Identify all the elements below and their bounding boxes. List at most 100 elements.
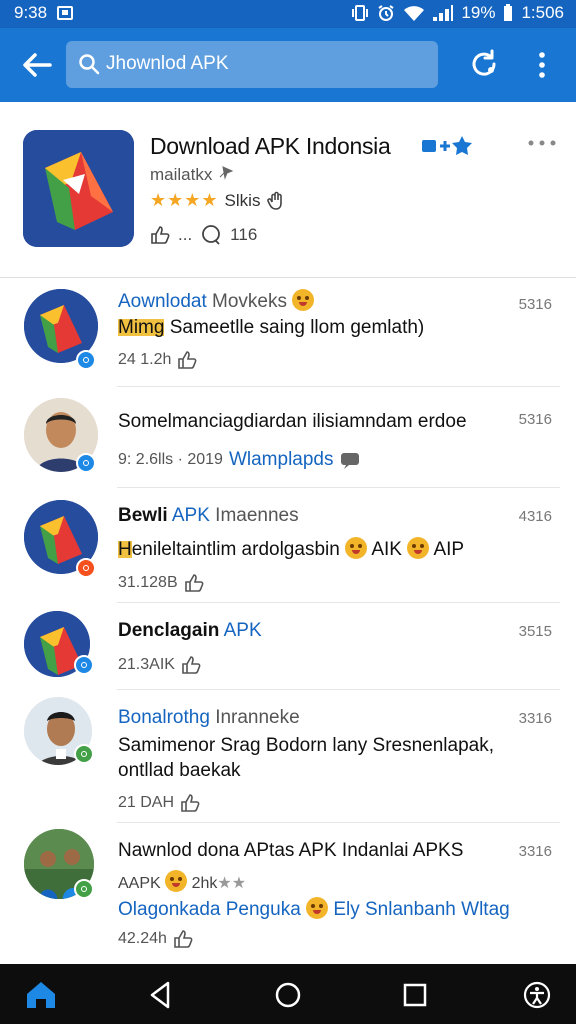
- post-link[interactable]: Olagonkada Penguka: [118, 899, 301, 920]
- search-input[interactable]: Jhownlod APK: [106, 53, 229, 75]
- post-link-line: Olagonkada Penguka Ely Snlanbanh Wltag: [118, 897, 510, 921]
- post-meta: 21 DAH: [118, 793, 200, 813]
- recents-icon[interactable]: [398, 978, 432, 1012]
- overflow-menu-icon[interactable]: [535, 50, 549, 80]
- post-link[interactable]: Wlamplapds: [229, 449, 334, 471]
- like-icon[interactable]: [177, 350, 197, 370]
- list-item[interactable]: Denclagain APK 3515 21.3AIK: [0, 603, 576, 690]
- post-author[interactable]: Denclagain: [118, 620, 219, 641]
- like-icon[interactable]: [173, 929, 193, 949]
- more-options-icon[interactable]: [527, 138, 557, 148]
- search-bar[interactable]: Jhownlod APK: [66, 41, 438, 88]
- alarm-icon: [378, 5, 394, 21]
- app-rating: ★★★★ Slkis: [150, 190, 286, 211]
- app-bar: Jhownlod APK: [0, 28, 576, 102]
- wifi-icon: [404, 6, 425, 21]
- post-text: Henileltaintlim ardolgasbin AIK AIP: [118, 537, 464, 561]
- post-text-body: Sameetlle saing llom gemlath): [169, 317, 425, 338]
- emoji-icon: [407, 537, 430, 559]
- list-item[interactable]: Bonalrothg Inranneke 3316 Samimenor Srag…: [0, 690, 576, 823]
- pin-icon: [219, 166, 234, 180]
- back-arrow-icon[interactable]: [20, 50, 54, 80]
- battery-icon: [504, 4, 513, 21]
- post-time: 4316: [518, 508, 552, 525]
- notification-icon: [57, 6, 74, 20]
- like-icon[interactable]: [150, 225, 170, 245]
- post-title: Bonalrothg Inranneke: [118, 707, 300, 729]
- post-title: Aownlodat Movkeks: [118, 289, 315, 313]
- emoji-icon: [306, 897, 329, 919]
- status-badge: [74, 744, 94, 764]
- post-link-2[interactable]: Ely Snlanbanh Wltag: [333, 899, 509, 920]
- post-stats: 21 DAH: [118, 794, 175, 811]
- list-item[interactable]: Somelmanciagdiardan ilisiamndam erdoe 53…: [0, 387, 576, 488]
- hand-icon: [267, 191, 283, 210]
- emoji-icon: [292, 289, 315, 311]
- post-text-line2: ontllad baekak: [118, 760, 241, 781]
- home-icon[interactable]: [24, 978, 58, 1012]
- app-stats: ... 116: [150, 224, 257, 246]
- list-item[interactable]: Nawnlod dona APtas APK Indanlai APKS 331…: [0, 823, 576, 953]
- post-stats: 21.3AIK: [118, 656, 175, 673]
- post-text-aip: AIP: [433, 539, 465, 560]
- post-time: 3316: [518, 843, 552, 860]
- post-tag: Movkeks: [212, 291, 287, 312]
- post-sub: AAPK 2hk★★: [118, 870, 246, 893]
- refresh-icon[interactable]: [468, 48, 500, 80]
- list-item[interactable]: Aownlodat Movkeks 5316 Mimg Sameetlle sa…: [0, 278, 576, 387]
- post-meta: 9: 2.6lls · 2019 Wlamplapds: [118, 449, 360, 471]
- accessibility-icon[interactable]: [520, 978, 554, 1012]
- vibrate-icon: [352, 5, 369, 21]
- post-text-highlight: H: [118, 539, 132, 560]
- post-text: Samimenor Srag Bodorn lany Sresnenlapak,: [118, 735, 494, 756]
- list-item[interactable]: Bewli APK Imaennes 4316 Henileltaintlim …: [0, 488, 576, 603]
- post-tag: APK: [171, 505, 210, 526]
- home-circle-icon[interactable]: [271, 978, 305, 1012]
- post-meta: 24 1.2h: [118, 350, 197, 370]
- status-badge: [74, 879, 94, 899]
- post-title: Denclagain APK: [118, 620, 262, 642]
- post-author[interactable]: Aownlodat: [118, 291, 207, 312]
- back-icon[interactable]: [144, 978, 178, 1012]
- post-author[interactable]: Bonalrothg: [118, 707, 210, 728]
- status-time: 9:38: [14, 3, 48, 22]
- message-icon[interactable]: [340, 451, 360, 469]
- like-icon[interactable]: [184, 573, 204, 593]
- comment-count: 116: [230, 225, 258, 244]
- post-meta: 21.3AIK: [118, 655, 201, 675]
- app-developer: mailatkx: [150, 165, 213, 184]
- signal-icon: [433, 5, 454, 21]
- rating-stars: ★★★★: [150, 190, 219, 210]
- status-clock: 1:506: [521, 3, 564, 22]
- post-stats: 24 1.2h: [118, 351, 172, 368]
- post-time: 5316: [518, 411, 552, 428]
- comment-icon[interactable]: [200, 224, 222, 246]
- post-sub-label: AAPK: [118, 875, 161, 892]
- post-sub-value: 2hk: [191, 875, 218, 892]
- post-text-body: enileltaintlim ardolgasbin: [131, 539, 340, 560]
- post-title: Nawnlod dona APtas APK Indanlai APKS: [118, 840, 464, 861]
- like-icon[interactable]: [181, 655, 201, 675]
- system-nav-bar: [0, 964, 576, 1024]
- search-icon: [79, 54, 100, 75]
- status-badge: [76, 558, 96, 578]
- post-time: 5316: [518, 296, 552, 313]
- status-badge: [74, 655, 94, 675]
- post-stats: 42.24h: [118, 930, 167, 947]
- post-time: 3316: [518, 710, 552, 727]
- rating-text: Slkis: [224, 190, 261, 210]
- app-logo: [23, 130, 134, 247]
- post-author[interactable]: Bewli: [118, 505, 168, 526]
- post-text-highlight: Mimg: [118, 317, 165, 338]
- battery-percent: 19%: [461, 3, 496, 22]
- like-icon[interactable]: [180, 793, 200, 813]
- app-subtitle: mailatkx: [150, 164, 235, 185]
- emoji-icon: [165, 870, 188, 892]
- status-badge: [76, 453, 96, 473]
- post-title: Somelmanciagdiardan ilisiamndam erdoe: [118, 411, 467, 432]
- app-title: Download APK Indonsia: [150, 133, 391, 159]
- post-time: 3515: [518, 623, 552, 640]
- post-stats: 31.128B: [118, 574, 178, 591]
- post-subtag: Imaennes: [215, 505, 299, 526]
- post-tag: Inranneke: [215, 707, 300, 728]
